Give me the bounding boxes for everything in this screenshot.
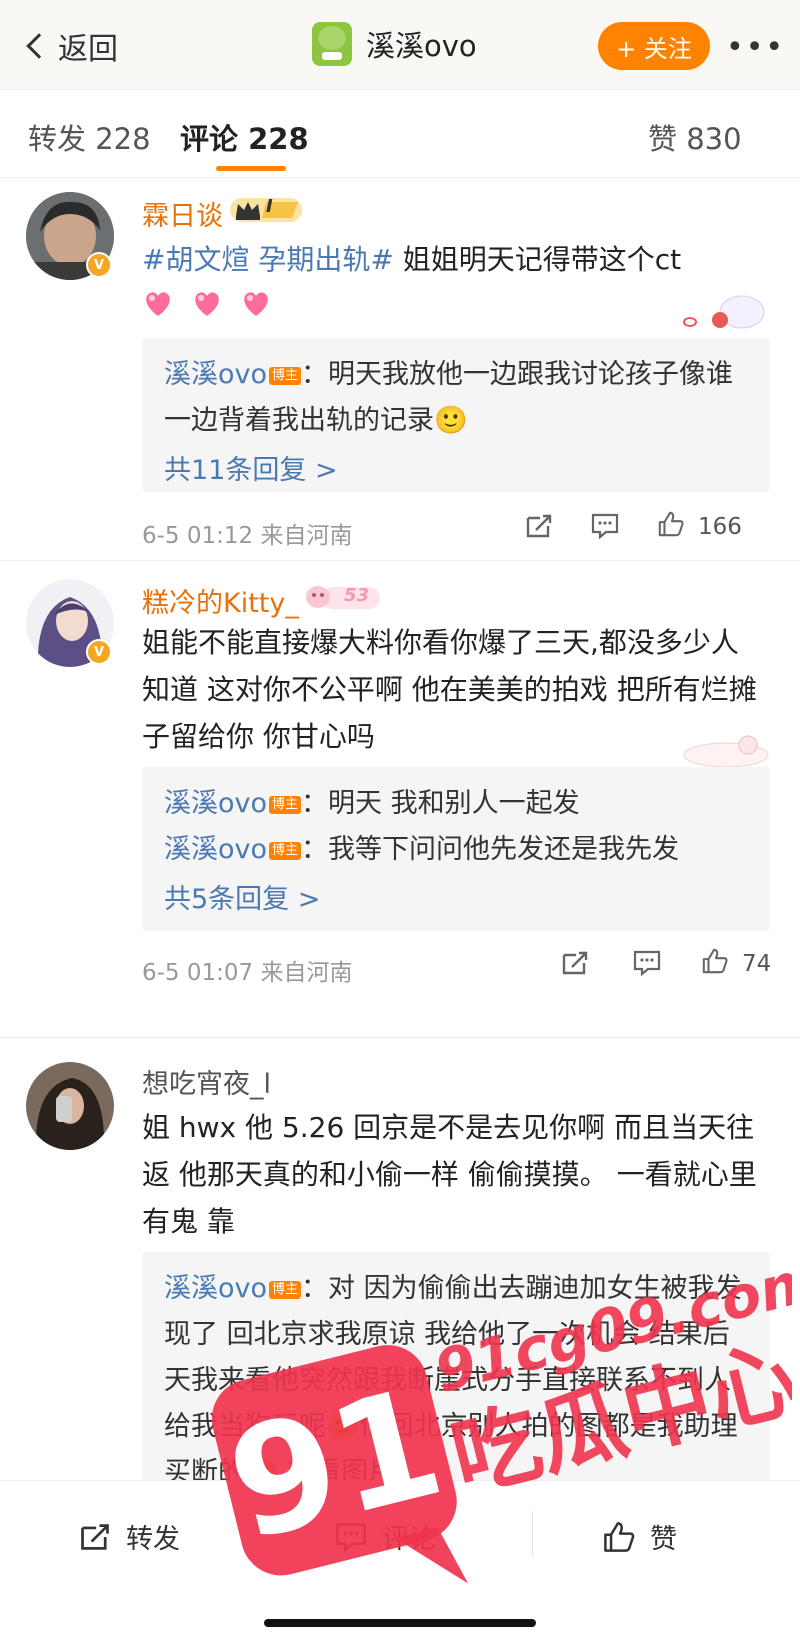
heart-emoji-icon (195, 292, 219, 316)
tab-like[interactable]: 赞 830 (648, 116, 742, 158)
bottom-comment-label: 评论 (382, 1524, 436, 1555)
reply-preview-box[interactable]: 溪溪ovo 博主 ：对 因为偷偷出去蹦迪加女生被我发现了 回北京求我原谅 我给他了一… (142, 1252, 770, 1492)
more-options-icon[interactable]: ••• (726, 30, 785, 65)
bottom-repost-label: 转发 (126, 1524, 180, 1555)
top-nav-bar: 返回 溪溪ovo + 关注 ••• (0, 0, 800, 90)
active-tab-indicator (216, 166, 286, 171)
reply-line: 溪溪ovo 博主 ：对 因为偷偷出去蹦迪加女生被我发现了 回北京求我原谅 我给他了一… (164, 1266, 748, 1496)
comment-icon[interactable] (632, 949, 662, 977)
topic-link[interactable]: #胡文煊 孕期出轨# (142, 243, 394, 276)
separator (532, 1511, 533, 1557)
level-badge-text: 53 (344, 585, 370, 606)
repost-icon (81, 1523, 109, 1550)
verified-icon: V (86, 252, 112, 278)
reply-preview-box[interactable]: 溪溪ovo 博主 ：明天我放他一边跟我讨论孩子像谁一边背着我出轨的记录🙂 共11条回… (142, 338, 770, 492)
follow-button[interactable]: + 关注 (598, 22, 710, 70)
page-title-group[interactable]: 溪溪ovo (312, 22, 477, 66)
heart-emoji-icon (146, 292, 170, 316)
bottom-like-label: 赞 (650, 1524, 677, 1555)
heart-emoji-row (142, 288, 284, 318)
cartoon-sticker-icon (683, 295, 765, 329)
more-replies-link[interactable]: 共11条回复 > (164, 448, 748, 494)
back-arrow-icon (26, 33, 52, 59)
level-badge-text: I (266, 196, 273, 217)
bottom-action-bar: 转发 评论 赞 (0, 1480, 800, 1636)
comment-username[interactable]: 糕冷的Kitty_ (142, 581, 299, 620)
like-count: 74 (742, 951, 772, 977)
more-replies-link[interactable]: 共5条回复 > (164, 877, 748, 923)
tab-repost[interactable]: 转发 228 (28, 116, 151, 158)
blogger-tag: 博主 (269, 796, 302, 814)
comment-meta: 6-5 01:12 来自河南 (142, 523, 353, 549)
back-label: 返回 (58, 32, 118, 67)
bottom-comment-button[interactable]: 评论 (334, 1517, 436, 1556)
comment-item: 想吃宵夜_l 姐 hwx 他 5.26 回京是不是去见你啊 而且当天往返 他那天… (0, 1038, 800, 1492)
blogger-tag: 博主 (269, 842, 302, 860)
comment-text: #胡文煊 孕期出轨# 姐姐明天记得带这个ct (142, 236, 762, 283)
bottom-repost-button[interactable]: 转发 (78, 1517, 180, 1556)
page-title: 溪溪ovo (366, 29, 477, 63)
reply-text: ：明天 我和别人一起发 (301, 788, 580, 819)
fan-level-icon (306, 586, 380, 609)
comment-body: 姐能不能直接爆大料你看你爆了三天,都没多少人知道 这对你不公平啊 他在美美的拍戏… (142, 626, 757, 753)
back-button[interactable]: 返回 (22, 24, 118, 68)
like-icon (604, 1521, 635, 1552)
like-count: 166 (698, 514, 742, 540)
blogger-tag: 博主 (269, 1281, 302, 1299)
avatar-image (26, 1062, 114, 1150)
reply-text: ：我等下问问他先发还是我先发 (301, 834, 680, 865)
like-icon[interactable] (656, 510, 686, 538)
comment-username[interactable]: 霖日谈 (142, 194, 223, 233)
reply-line: 溪溪ovo 博主 ：明天 我和别人一起发 (164, 781, 748, 827)
comment-meta: 6-5 01:07 来自河南 (142, 960, 353, 986)
comment-body: 姐 hwx 他 5.26 回京是不是去见你啊 而且当天往返 他那天真的和小偷一样… (142, 1111, 757, 1238)
title-avatar (312, 22, 352, 66)
reply-username[interactable]: 溪溪ovo (164, 359, 267, 390)
comment-body: 姐姐明天记得带这个ct (393, 243, 682, 276)
comment-icon (336, 1522, 366, 1552)
reply-line: 溪溪ovo 博主 ：我等下问问他先发还是我先发 (164, 827, 748, 873)
blogger-tag: 博主 (269, 367, 302, 385)
bottom-like-button[interactable]: 赞 (602, 1517, 677, 1556)
repost-icon[interactable] (560, 949, 590, 977)
reply-username[interactable]: 溪溪ovo (164, 788, 267, 819)
tab-bar: 转发 228 评论 228 赞 830 (0, 90, 800, 178)
reply-username[interactable]: 溪溪ovo (164, 1273, 267, 1304)
comment-username[interactable]: 想吃宵夜_l (142, 1062, 271, 1101)
like-icon[interactable] (700, 947, 730, 975)
heart-emoji-icon (244, 292, 268, 316)
reply-text: ：对 因为偷偷出去蹦迪加女生被我发现了 回北京求我原谅 我给他了一次机会 结果后… (164, 1273, 742, 1488)
cartoon-sticker-icon (683, 735, 769, 768)
separator (266, 1511, 267, 1557)
reply-line: 溪溪ovo 博主 ：明天我放他一边跟我讨论孩子像谁一边背着我出轨的记录🙂 (164, 352, 748, 444)
reply-preview-box[interactable]: 溪溪ovo 博主 ：明天 我和别人一起发 溪溪ovo 博主 ：我等下问问他先发还是我先发… (142, 767, 770, 931)
comment-item: V 糕冷的Kitty_ 53 姐能不能直接爆大料你看你爆了三天,都没多少人知道 … (0, 561, 800, 997)
comment-item: V 霖日谈 I #胡文煊 孕期出轨# 姐姐明天记得带这个ct 溪溪ovo 博主 ：明… (0, 178, 800, 560)
repost-icon[interactable] (524, 512, 554, 540)
avatar[interactable] (26, 1062, 114, 1150)
verified-icon: V (86, 639, 112, 665)
comment-icon[interactable] (590, 512, 620, 540)
home-indicator (264, 1619, 536, 1627)
reply-username[interactable]: 溪溪ovo (164, 834, 267, 865)
tab-comment[interactable]: 评论 228 (180, 116, 309, 158)
